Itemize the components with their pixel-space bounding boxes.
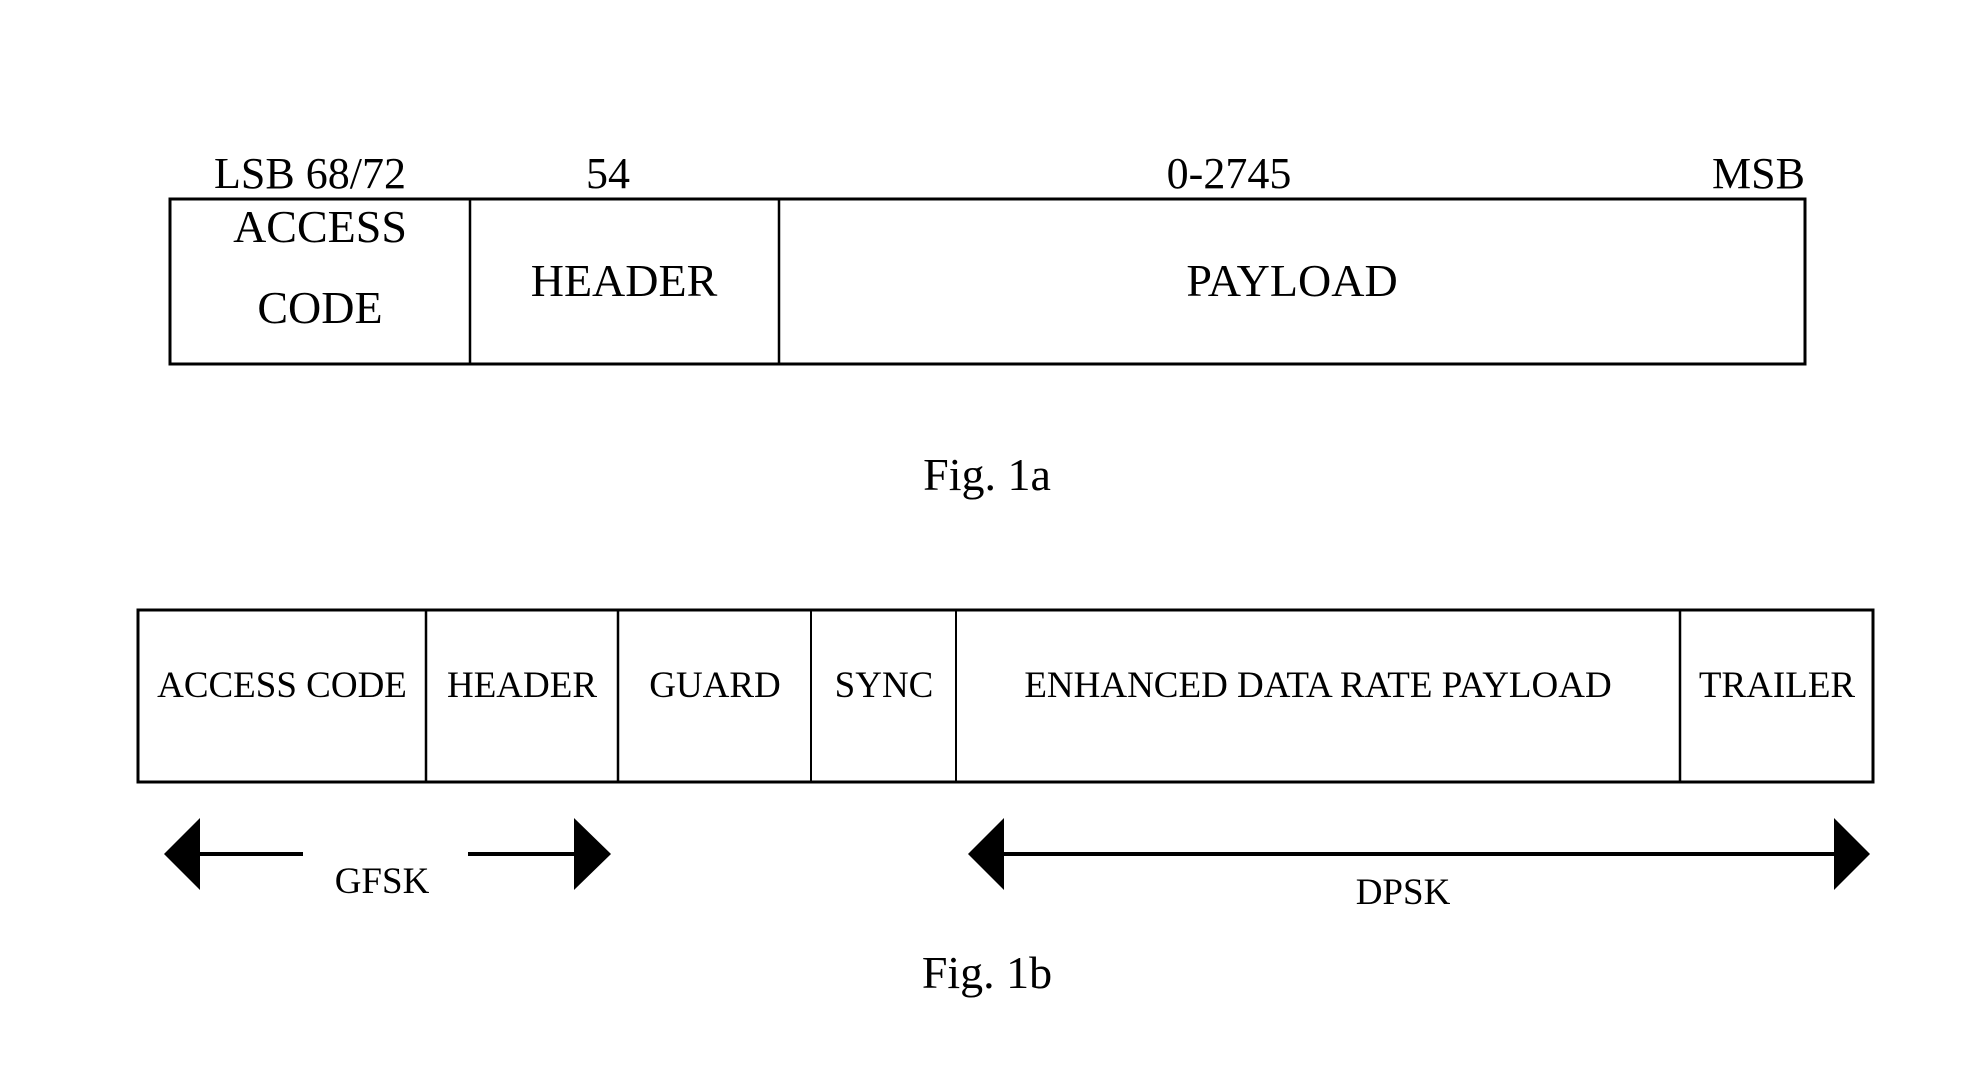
fig1a-caption: Fig. 1a [923,449,1051,500]
fig1a-frame [168,197,1807,366]
fig1b-caption: Fig. 1b [922,947,1052,998]
gfsk-label: GFSK [335,861,430,902]
arrow-left-icon [164,818,200,890]
field-header: HEADER [447,665,597,706]
field-payload: PAYLOAD [1186,255,1397,306]
field-header: HEADER [531,255,718,306]
arrow-right-icon [574,818,611,890]
gfsk-span: GFSK [164,818,611,902]
field-access-code-line2: CODE [257,282,382,333]
fig-1b: ACCESS CODE HEADER GUARD SYNC ENHANCED D… [136,608,1875,998]
label-header-bits: 54 [586,149,630,198]
label-msb: MSB [1712,149,1805,198]
fig-1a: LSB 68/72 54 0-2745 MSB ACCESS CODE HEAD… [168,149,1807,500]
field-sync: SYNC [835,665,934,706]
field-access-code: ACCESS CODE [157,665,407,706]
label-lsb: LSB 68/72 [214,149,406,198]
dpsk-span: DPSK [968,818,1870,913]
dpsk-label: DPSK [1356,872,1451,913]
field-guard: GUARD [649,665,781,706]
field-edr-payload: ENHANCED DATA RATE PAYLOAD [1024,665,1611,706]
packet-format-diagram: LSB 68/72 54 0-2745 MSB ACCESS CODE HEAD… [136,149,1875,998]
arrow-right-icon [1834,818,1870,890]
label-payload-bits: 0-2745 [1167,149,1292,198]
field-trailer: TRAILER [1699,665,1856,706]
field-access-code-line1: ACCESS [233,201,407,252]
arrow-left-icon [968,818,1004,890]
